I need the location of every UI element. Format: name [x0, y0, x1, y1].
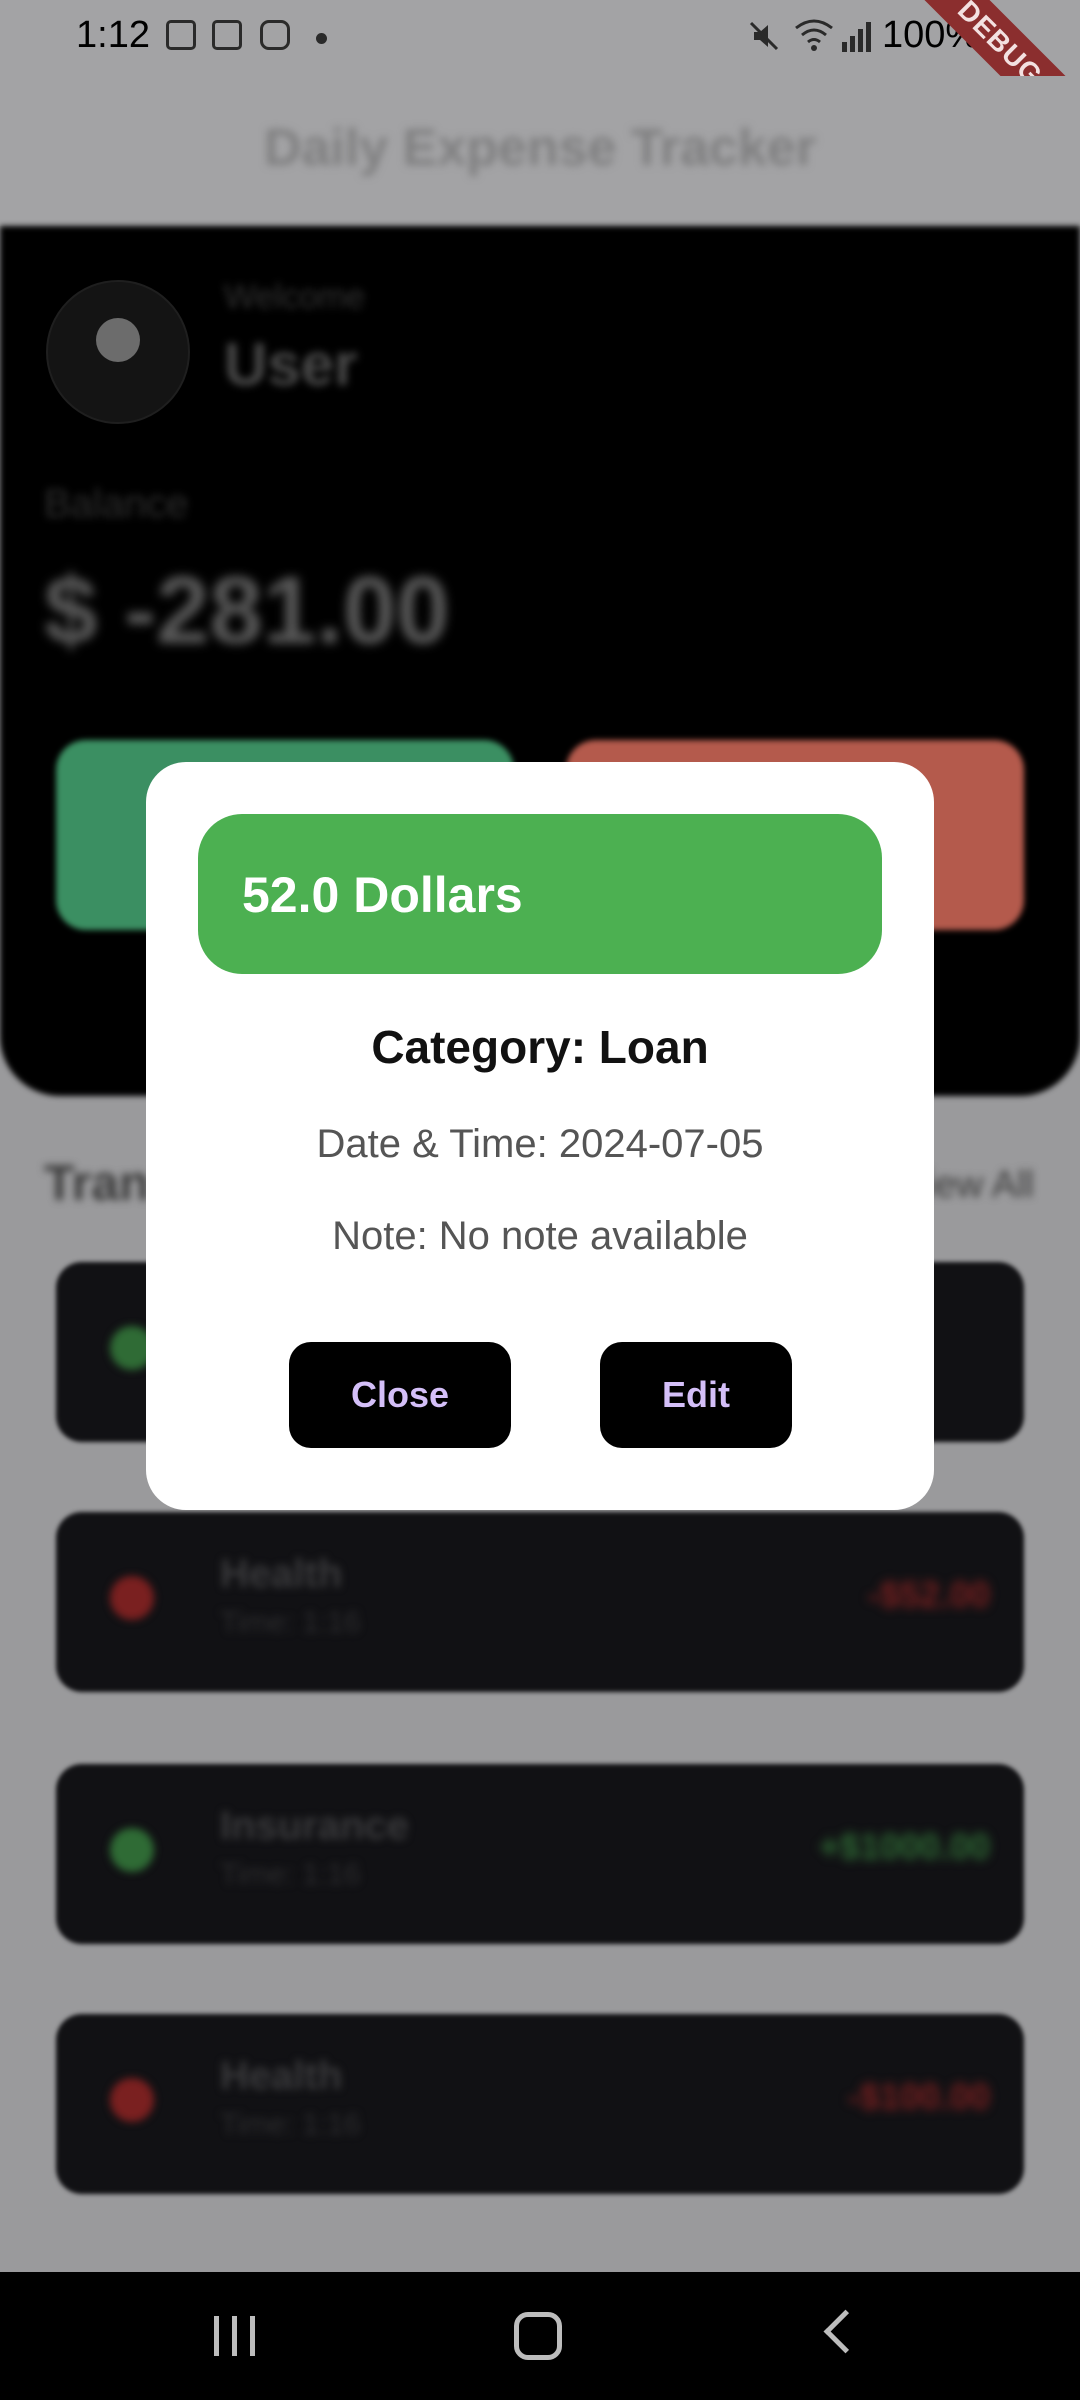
category-text: Category: Loan — [371, 1021, 709, 1073]
transaction-category: Insurance — [220, 1804, 409, 1848]
income-icon — [110, 1828, 154, 1872]
signal-icon — [840, 20, 874, 52]
transaction-time: Time: 1:16 — [220, 1858, 361, 1891]
transaction-category: Health — [220, 2054, 343, 2098]
balance-value: $ -281.00 — [44, 557, 450, 664]
datetime-text: Date & Time: 2024-07-05 — [316, 1122, 764, 1166]
status-time: 1:12 — [76, 14, 150, 56]
gallery-icon — [166, 20, 196, 50]
username: User — [224, 331, 358, 398]
expense-icon — [110, 1576, 154, 1620]
expense-icon — [110, 2078, 154, 2122]
instagram-icon — [260, 20, 290, 50]
user-icon — [96, 318, 140, 362]
transaction-amount: -$52.00 — [867, 1574, 990, 1615]
app-title: Daily Expense Tracker — [263, 119, 817, 177]
note-text: Note: No note available — [332, 1214, 748, 1258]
wifi-icon — [794, 18, 834, 52]
calendar-icon — [212, 20, 242, 50]
recents-icon[interactable] — [210, 2316, 260, 2356]
mute-icon — [748, 20, 780, 52]
home-icon[interactable] — [514, 2312, 562, 2360]
balance-label: Balance — [44, 482, 189, 526]
welcome-label: Welcome — [224, 278, 366, 316]
transaction-amount: +$1000.00 — [818, 1826, 990, 1867]
transaction-category: Health — [220, 1552, 343, 1596]
amount-text: 52.0 Dollars — [242, 867, 523, 923]
close-button[interactable]: Close — [289, 1342, 511, 1448]
transaction-time: Time: 1:16 — [220, 2108, 361, 2141]
transaction-amount: -$100.00 — [847, 2076, 990, 2117]
edit-button[interactable]: Edit — [600, 1342, 792, 1448]
notification-dot-icon — [316, 33, 327, 44]
transaction-time: Time: 1:16 — [220, 1606, 361, 1639]
